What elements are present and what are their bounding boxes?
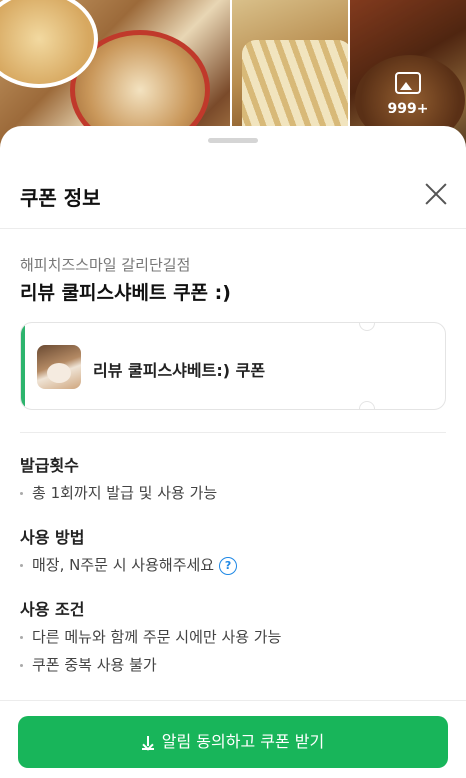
ticket-label: 리뷰 쿨피스샤베트:) 쿠폰 <box>93 361 266 380</box>
section-title-conditions: 사용 조건 <box>20 600 85 619</box>
sheet-header: 쿠폰 정보 <box>0 166 466 229</box>
coupon-thumbnail <box>37 345 81 389</box>
close-icon[interactable] <box>422 180 450 208</box>
divider <box>20 432 446 433</box>
list-item: 총 1회까지 발급 및 사용 가능 <box>20 482 217 503</box>
sheet-title: 쿠폰 정보 <box>20 186 101 210</box>
coupon-ticket: 리뷰 쿨피스샤베트:) 쿠폰 <box>20 322 446 410</box>
get-coupon-button[interactable]: 알림 동의하고 쿠폰 받기 <box>18 716 448 768</box>
get-coupon-label: 알림 동의하고 쿠폰 받기 <box>161 732 325 751</box>
ticket-notch <box>359 401 375 409</box>
photo-count: 999+ <box>387 101 429 117</box>
download-icon <box>141 735 154 750</box>
section-title-issue: 발급횟수 <box>20 456 79 475</box>
divider <box>0 700 466 701</box>
list-item: 쿠폰 중복 사용 불가 <box>20 654 157 675</box>
list-item: 다른 메뉴와 함께 주문 시에만 사용 가능 <box>20 626 281 647</box>
coupon-info-sheet: 쿠폰 정보 해피치즈스마일 갈리단길점 리뷰 쿨피스샤베트 쿠폰 :) 리뷰 쿨… <box>0 126 466 778</box>
coupon-title: 리뷰 쿨피스샤베트 쿠폰 :) <box>20 282 231 304</box>
list-item: 매장, N주문 시 사용해주세요? <box>20 554 238 575</box>
ticket-accent-bar <box>21 323 25 409</box>
drag-handle[interactable] <box>208 138 258 143</box>
image-icon <box>395 72 421 94</box>
section-title-usage: 사용 방법 <box>20 528 85 547</box>
help-icon[interactable]: ? <box>219 556 238 575</box>
store-name: 해피치즈스마일 갈리단길점 <box>20 256 191 274</box>
ticket-notch <box>359 323 375 331</box>
